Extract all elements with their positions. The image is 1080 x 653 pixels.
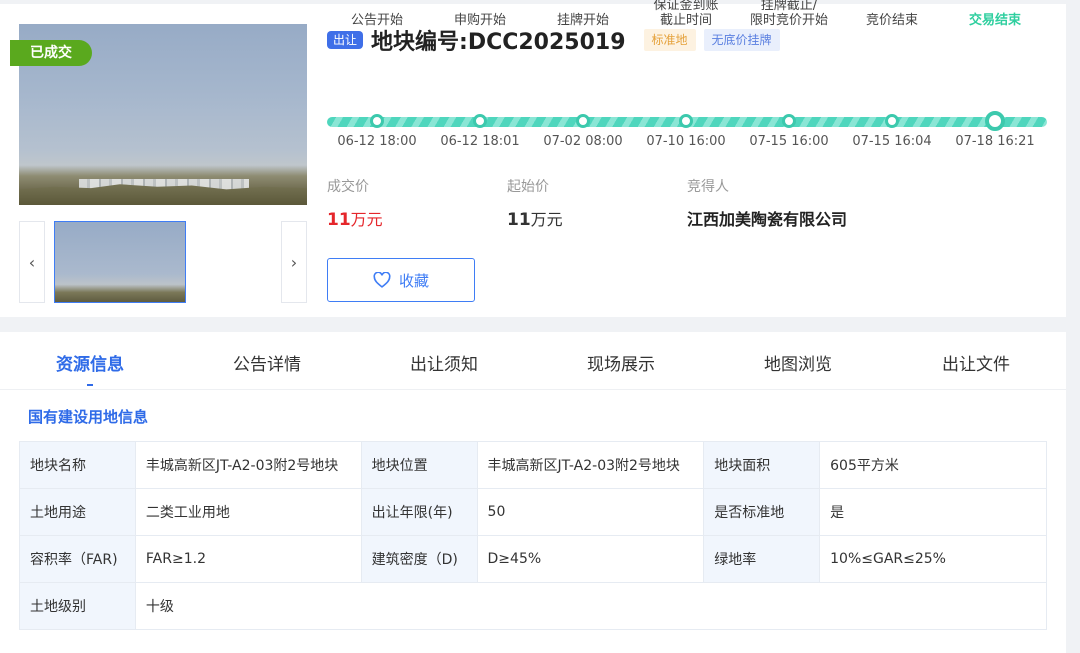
chevron-right-icon: › [290, 252, 298, 272]
deal-price: 成交价 11万元 [327, 176, 383, 230]
start-price-value: 11万元 [507, 206, 563, 230]
info-key: 是否标准地 [703, 488, 821, 536]
timeline-step-dot [473, 114, 487, 128]
winner-block: 竞得人 江西加美陶瓷有限公司 [687, 176, 847, 230]
active-tab-indicator [87, 384, 93, 386]
winner-label: 竞得人 [687, 179, 729, 195]
info-key: 地块面积 [703, 441, 821, 489]
tag-standard-land: 标准地 [643, 29, 696, 51]
winner-name: 江西加美陶瓷有限公司 [687, 210, 848, 229]
timeline-step-dot [885, 114, 899, 128]
timeline-step-label: 交易结束 [968, 13, 1021, 28]
deal-price-unit: 万元 [350, 210, 383, 229]
tab-bar: 资源信息 公告详情 出让须知 现场展示 地图浏览 出让文件 [0, 332, 1066, 390]
info-key: 地块名称 [19, 441, 136, 489]
tab-transfer-files[interactable]: 出让文件 [916, 350, 1036, 375]
info-key: 建筑密度（D) [360, 535, 478, 583]
info-value: 50 [476, 488, 705, 536]
timeline-step-time: 07-10 16:00 [646, 134, 726, 149]
timeline-step-label: 公告开始 [350, 13, 403, 28]
info-value: 是 [819, 488, 1047, 536]
info-value: 丰城高新区JT-A2-03附2号地块 [134, 441, 362, 489]
page-title: 地块编号:DCC2025019 [371, 30, 626, 55]
timeline-step-time: 07-15 16:00 [749, 134, 829, 149]
section-title: 国有建设用地信息 [28, 408, 149, 426]
timeline-step-time: 07-02 08:00 [543, 134, 623, 149]
table-row: 土地级别 十级 [19, 582, 1048, 630]
timeline-step-label: 竞价结束 [865, 13, 918, 28]
start-price: 起始价 11万元 [507, 176, 563, 230]
timeline-step-time: 07-18 16:21 [955, 134, 1035, 149]
timeline-step-label: 保证金到账 截止时间 [653, 0, 719, 28]
start-price-number: 11 [507, 210, 531, 230]
detail-card: 资源信息 公告详情 出让须知 现场展示 地图浏览 出让文件 国有建设用地信息 地… [0, 332, 1066, 653]
land-info-table: 地块名称 丰城高新区JT-A2-03附2号地块 地块位置 丰城高新区JT-A2-03附… [19, 441, 1048, 630]
info-key: 地块位置 [360, 441, 478, 489]
transaction-timeline: 公告开始 06-12 18:00 申购开始 06-12 18:01 挂牌开始 07-02 … [327, 0, 1047, 152]
table-row: 容积率（FAR) FAR≥1.2 建筑密度（D) D≥45% 绿地率 10%≤GAR≤25… [19, 535, 1047, 583]
plot-summary-card: 已成交 ‹ › 出让 地块编号:DCC2025019 标准地 无底价挂牌 公告开… [0, 0, 1066, 317]
type-tag: 出让 [327, 31, 364, 49]
heart-icon [373, 272, 391, 288]
deal-price-value: 11万元 [327, 206, 383, 230]
thumb-next-button[interactable]: › [281, 221, 307, 303]
info-value: 二类工业用地 [134, 488, 362, 536]
timeline-step-dot [679, 114, 693, 128]
timeline-step-dot [985, 111, 1005, 131]
thumb-prev-button[interactable]: ‹ [19, 221, 45, 303]
timeline-step-label: 申购开始 [453, 13, 506, 28]
timeline-step-dot [370, 114, 384, 128]
info-value: 丰城高新区JT-A2-03附2号地块 [476, 441, 705, 489]
info-key: 出让年限(年) [360, 488, 478, 536]
info-key: 绿地率 [703, 535, 821, 583]
info-key: 土地用途 [19, 488, 136, 536]
timeline-step-time: 07-15 16:04 [852, 134, 932, 149]
info-value: 十级 [134, 582, 1048, 630]
thumbnail-image[interactable] [54, 221, 186, 303]
tag-no-floor-price: 无底价挂牌 [703, 29, 780, 51]
timeline-step-dot [576, 114, 590, 128]
info-key: 容积率（FAR) [19, 535, 136, 583]
info-value: 10%≤GAR≤25% [819, 535, 1047, 583]
tab-announcement[interactable]: 公告详情 [207, 350, 327, 375]
title-row: 出让 地块编号:DCC2025019 标准地 无底价挂牌 [327, 24, 780, 56]
timeline-step-label: 挂牌截止/ 限时竞价开始 [749, 0, 828, 28]
tab-transfer-notice[interactable]: 出让须知 [384, 350, 504, 375]
favorite-button[interactable]: 收藏 [327, 258, 475, 302]
chevron-left-icon: ‹ [28, 252, 36, 272]
table-row: 土地用途 二类工业用地 出让年限(年) 50 是否标准地是 [19, 488, 1047, 536]
timeline-step-label: 挂牌开始 [556, 13, 609, 28]
tab-resource-info[interactable]: 资源信息 [30, 350, 150, 375]
table-row: 地块名称 丰城高新区JT-A2-03附2号地块 地块位置 丰城高新区JT-A2-03附… [19, 441, 1047, 489]
favorite-label: 收藏 [398, 271, 429, 290]
tab-site-display[interactable]: 现场展示 [561, 350, 681, 375]
info-value: D≥45% [476, 535, 705, 583]
timeline-step-time: 06-12 18:01 [440, 134, 520, 149]
info-value: FAR≥1.2 [134, 535, 362, 583]
tab-map-browse[interactable]: 地图浏览 [738, 350, 858, 375]
start-price-unit: 万元 [530, 210, 563, 229]
deal-price-label: 成交价 [327, 179, 369, 195]
info-value: 605平方米 [819, 441, 1047, 489]
info-key: 土地级别 [19, 582, 136, 630]
timeline-step-time: 06-12 18:00 [337, 134, 417, 149]
status-badge: 已成交 [10, 40, 92, 66]
start-price-label: 起始价 [507, 179, 549, 195]
timeline-step-dot [782, 114, 796, 128]
deal-price-number: 11 [327, 210, 351, 230]
